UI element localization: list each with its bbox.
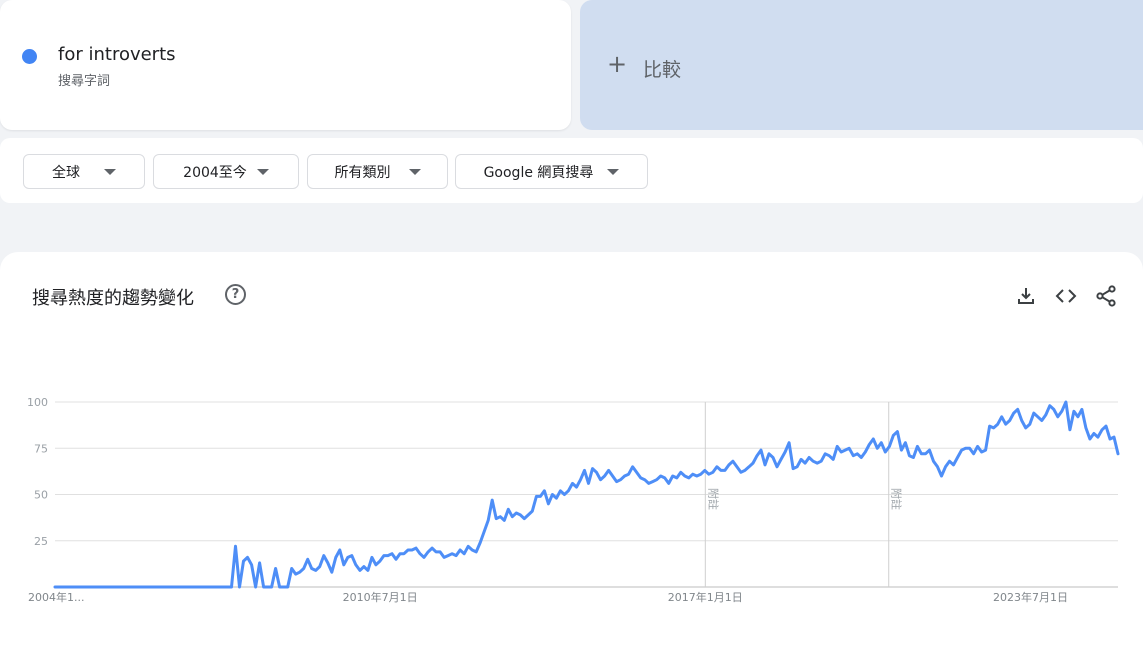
region-filter[interactable]: 全球: [23, 154, 145, 189]
x-tick-label: 2010年7月1日: [343, 590, 418, 604]
x-tick-label: 2023年7月1日: [993, 590, 1068, 604]
search-type-filter-label: Google 網頁搜尋: [483, 164, 594, 181]
compare-button[interactable]: + 比較: [580, 0, 1143, 130]
share-icon[interactable]: [1094, 284, 1118, 308]
compare-label: 比較: [643, 59, 682, 81]
category-filter-label: 所有類別: [334, 164, 391, 181]
download-icon[interactable]: [1014, 284, 1038, 308]
x-tick-label: 2004年1...: [28, 590, 84, 604]
chart-title: 搜尋熱度的趨勢變化: [32, 288, 194, 309]
note-label: 附註: [706, 488, 720, 510]
dropdown-arrow-icon: [408, 168, 421, 175]
search-type-filter[interactable]: Google 網頁搜尋: [455, 154, 648, 189]
time-filter-label: 2004至今: [183, 164, 247, 181]
add-icon: +: [607, 50, 628, 78]
dropdown-arrow-icon: [104, 168, 116, 175]
interest-over-time-card: 100 75 50 25 附註 附註 2004年1... 2010年7月1日 2017年1月1日…: [0, 252, 1143, 670]
interest-over-time-chart[interactable]: 100 75 50 25 附註 附註 2004年1... 2010年7月1日 2017年1月1日…: [0, 252, 1143, 670]
y-tick-label: 75: [34, 442, 48, 455]
y-tick-label: 25: [34, 535, 48, 548]
embed-code-icon[interactable]: [1054, 284, 1078, 308]
search-term-type: 搜尋字詞: [58, 74, 111, 89]
x-tick-label: 2017年1月1日: [668, 590, 743, 604]
y-tick-label: 50: [34, 489, 48, 502]
time-filter[interactable]: 2004至今: [153, 154, 299, 189]
region-filter-label: 全球: [52, 164, 80, 181]
y-tick-label: 100: [27, 396, 48, 409]
dropdown-arrow-icon: [256, 168, 269, 175]
search-term-card[interactable]: for introverts 搜尋字詞: [0, 0, 571, 130]
help-icon[interactable]: ?: [225, 284, 246, 305]
dropdown-arrow-icon: [607, 168, 620, 175]
series-color-dot: [22, 49, 37, 64]
filter-bar: 全球 2004至今 所有類別 Google 網頁搜尋: [0, 138, 1143, 203]
category-filter[interactable]: 所有類別: [307, 154, 448, 189]
note-label: 附註: [890, 488, 904, 510]
search-term-name[interactable]: for introverts: [58, 44, 176, 65]
